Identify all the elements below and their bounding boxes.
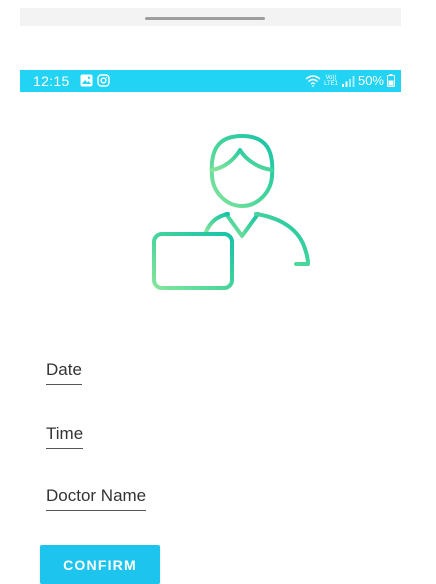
status-system-icons: Vo)) LTE1 50% [305, 73, 395, 88]
instagram-icon [97, 74, 110, 87]
app-screen: 12:15 Vo)) LTE1 50% Date Time Doctor Nam… [0, 0, 436, 584]
signal-icon [341, 75, 355, 87]
lte-label: LTE1 [324, 80, 338, 87]
wifi-icon [305, 74, 321, 87]
status-notification-icons [80, 74, 110, 87]
battery-icon [387, 74, 395, 87]
status-time: 12:15 [33, 73, 70, 89]
doctor-calendar-icon [146, 128, 316, 296]
drag-handle[interactable] [145, 17, 265, 20]
battery-percent: 50% [357, 73, 384, 88]
doctor-name-field[interactable]: Doctor Name [46, 486, 147, 511]
gallery-icon [80, 74, 93, 87]
status-bar: 12:15 Vo)) LTE1 50% [20, 70, 401, 92]
time-field[interactable]: Time [46, 424, 84, 449]
network-type-label: Vo)) LTE1 [324, 75, 338, 87]
date-field[interactable]: Date [46, 360, 82, 385]
confirm-button[interactable]: CONFIRM [40, 545, 160, 584]
